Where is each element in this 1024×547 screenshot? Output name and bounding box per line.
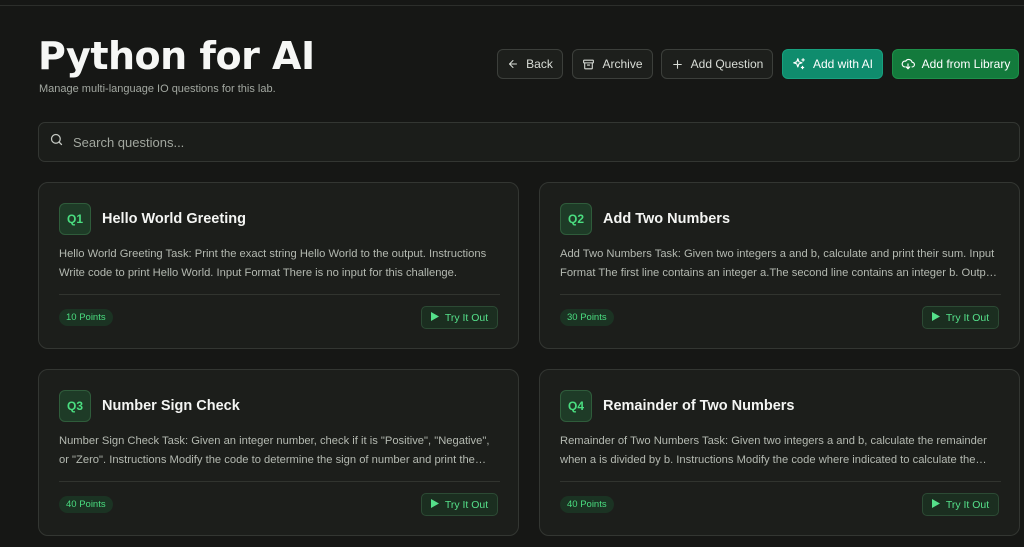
try-it-out-button[interactable]: Try It Out — [922, 493, 999, 516]
archive-button[interactable]: Archive — [572, 49, 653, 79]
search-bar[interactable] — [38, 122, 1020, 162]
sparkles-icon — [792, 57, 806, 71]
plus-icon — [671, 58, 684, 71]
back-button[interactable]: Back — [497, 49, 563, 79]
question-card[interactable]: Q3 Number Sign Check Number Sign Check T… — [38, 369, 519, 536]
question-card[interactable]: Q2 Add Two Numbers Add Two Numbers Task:… — [539, 182, 1020, 349]
question-description: Remainder of Two Numbers Task: Given two… — [560, 435, 987, 466]
try-it-out-button[interactable]: Try It Out — [421, 306, 498, 329]
try-it-out-label: Try It Out — [945, 311, 990, 324]
points-badge: 40 Points — [560, 496, 614, 513]
question-number-badge: Q4 — [560, 390, 592, 422]
question-card[interactable]: Q4 Remainder of Two Numbers Remainder of… — [539, 369, 1020, 536]
play-icon — [931, 311, 940, 324]
archive-icon — [582, 58, 595, 71]
card-divider — [560, 294, 1001, 295]
add-from-library-button-label: Add from Library — [921, 57, 1011, 71]
question-number-badge: Q2 — [560, 203, 592, 235]
add-from-library-button[interactable]: Add from Library — [892, 49, 1019, 79]
back-button-label: Back — [526, 57, 553, 71]
question-number-badge: Q3 — [59, 390, 91, 422]
card-divider — [560, 481, 1001, 482]
try-it-out-label: Try It Out — [444, 498, 489, 511]
question-title: Hello World Greeting — [102, 211, 246, 227]
question-description: Add Two Numbers Task: Given two integers… — [560, 248, 996, 279]
question-title: Remainder of Two Numbers — [603, 398, 795, 414]
add-question-button[interactable]: Add Question — [661, 49, 773, 79]
try-it-out-label: Try It Out — [444, 311, 489, 324]
play-icon — [430, 311, 439, 324]
search-icon — [49, 132, 64, 152]
card-divider — [59, 294, 500, 295]
add-with-ai-button[interactable]: Add with AI — [782, 49, 883, 79]
points-badge: 40 Points — [59, 496, 113, 513]
question-card[interactable]: Q1 Hello World Greeting Hello World Gree… — [38, 182, 519, 349]
try-it-out-label: Try It Out — [945, 498, 990, 511]
play-icon — [931, 498, 940, 511]
add-question-button-label: Add Question — [690, 57, 764, 71]
question-description: Number Sign Check Task: Given an integer… — [59, 435, 490, 466]
page-subtitle: Manage multi-language IO questions for t… — [39, 83, 276, 95]
play-icon — [430, 498, 439, 511]
top-border — [0, 0, 1024, 6]
question-title: Add Two Numbers — [603, 211, 731, 227]
card-divider — [59, 481, 500, 482]
question-title: Number Sign Check — [102, 398, 240, 414]
archive-button-label: Archive — [602, 57, 643, 71]
page-title: Python for AI — [38, 34, 315, 78]
try-it-out-button[interactable]: Try It Out — [922, 306, 999, 329]
arrow-left-icon — [507, 58, 519, 70]
cloud-download-icon — [901, 57, 915, 71]
add-with-ai-button-label: Add with AI — [812, 57, 874, 71]
search-input[interactable] — [73, 134, 973, 150]
points-badge: 10 Points — [59, 309, 113, 326]
question-description: Hello World Greeting Task: Print the exa… — [59, 248, 487, 279]
question-number-badge: Q1 — [59, 203, 91, 235]
try-it-out-button[interactable]: Try It Out — [421, 493, 498, 516]
points-badge: 30 Points — [560, 309, 614, 326]
